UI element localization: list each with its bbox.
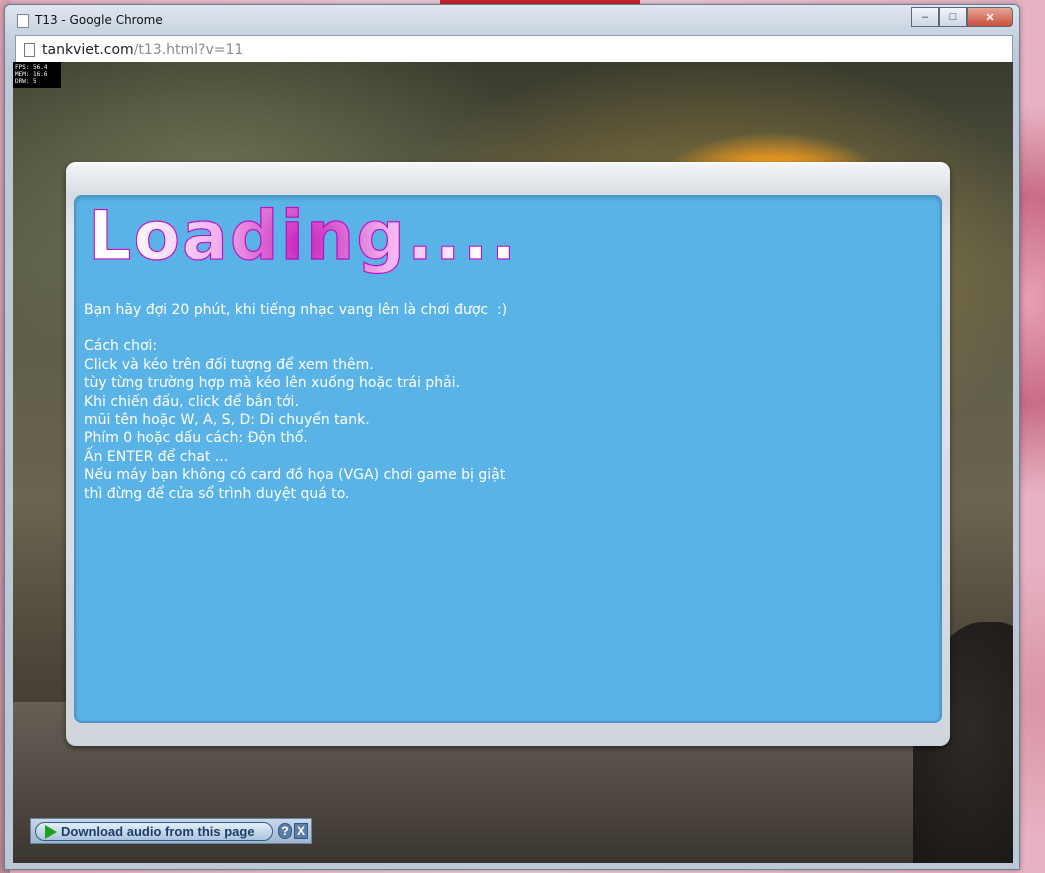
mem-readout: MEM: 16.6: [15, 71, 48, 78]
fps-readout: FPS: 56.4: [15, 64, 48, 71]
maximize-button[interactable]: □: [939, 7, 967, 27]
drw-readout: DRW: 5: [15, 78, 37, 85]
instruction-line: tùy từng trường hợp mà kéo lên xuống hoặ…: [84, 375, 461, 392]
stats-panel: FPS: 56.4 MEM: 16.6 DRW: 5: [13, 62, 61, 88]
instruction-line: Khi chiến đấu, click để bắn tới.: [84, 393, 299, 410]
loading-dialog: Loading.... Bạn hãy đợi 20 phút, khi tiế…: [66, 162, 950, 746]
instructions: Bạn hãy đợi 20 phút, khi tiếng nhạc vang…: [84, 301, 924, 503]
window-controls: – □ ✕: [911, 7, 1013, 27]
instruction-line: Cách chơi:: [84, 338, 158, 355]
instruction-line: Nếu máy bạn không có card đồ họa (VGA) c…: [84, 467, 506, 484]
download-audio-button[interactable]: Download audio from this page: [35, 822, 273, 841]
page-icon: [17, 14, 29, 28]
play-icon: [45, 824, 57, 839]
download-audio-bar: Download audio from this page ? X: [30, 818, 312, 844]
instruction-line: Phím 0 hoặc dấu cách: Độn thổ.: [84, 430, 308, 447]
url-path: /t13.html?v=11: [133, 42, 244, 58]
close-button[interactable]: ✕: [967, 7, 1013, 27]
download-audio-label: Download audio from this page: [61, 824, 255, 839]
instruction-line: thì đừng để cửa sổ trình duyệt quá to.: [84, 485, 350, 502]
page-icon: [24, 43, 35, 57]
window-title: T13 - Google Chrome: [35, 13, 163, 27]
minimize-button[interactable]: –: [911, 7, 939, 27]
help-button[interactable]: ?: [278, 823, 292, 839]
close-audio-bar-button[interactable]: X: [294, 823, 308, 839]
game-viewport[interactable]: FPS: 56.4 MEM: 16.6 DRW: 5 Loading.... B…: [13, 62, 1013, 863]
url-host: tankviet.com: [42, 42, 134, 58]
address-bar[interactable]: tankviet.com/t13.html?v=11: [15, 35, 1013, 65]
instruction-line: mũi tên hoặc W, A, S, D: Di chuyển tank.: [84, 412, 370, 429]
instruction-line: Ấn ENTER để chat ...: [84, 448, 229, 465]
title-bar[interactable]: T13 - Google Chrome – □ ✕: [5, 5, 1019, 35]
loading-heading: Loading....: [87, 196, 519, 276]
instruction-gap: [84, 319, 924, 337]
instruction-line: Bạn hãy đợi 20 phút, khi tiếng nhạc vang…: [84, 302, 508, 318]
instruction-line: Click và kéo trên đối tượng để xem thêm.: [84, 356, 374, 373]
dialog-content: Loading.... Bạn hãy đợi 20 phút, khi tiế…: [74, 195, 942, 723]
url-text[interactable]: tankviet.com/t13.html?v=11: [42, 42, 243, 58]
